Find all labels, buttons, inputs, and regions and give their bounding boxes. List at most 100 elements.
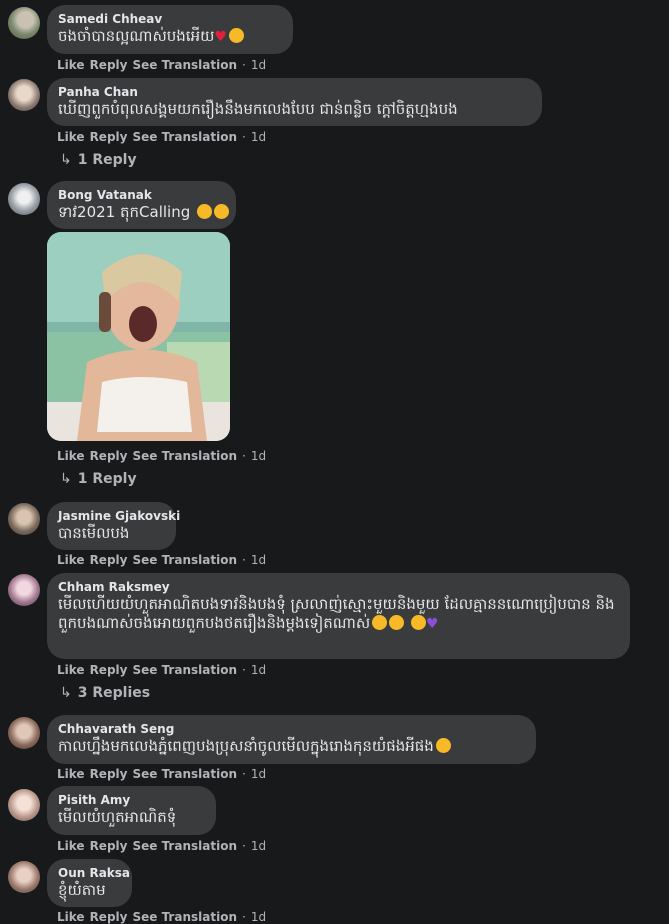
separator: ·: [241, 553, 246, 567]
smiling-face-emoji-icon: [228, 28, 244, 43]
comment-actions: Like Reply See Translation · 1d: [57, 58, 271, 72]
comment-actions: Like Reply See Translation · 1d: [57, 663, 271, 677]
comment-photo[interactable]: [47, 232, 230, 441]
comment-bubble: Bong Vatanak ទាវ2021 តុកCalling: [47, 181, 236, 229]
avatar[interactable]: [8, 183, 40, 215]
view-replies-link[interactable]: ↳ 1 Reply: [60, 471, 137, 487]
like-button[interactable]: Like: [57, 767, 85, 781]
commenter-name[interactable]: Panha Chan: [58, 85, 530, 100]
comment-text-content: ទាវ2021 តុកCalling: [58, 203, 191, 221]
avatar[interactable]: [8, 789, 40, 821]
comment-text: បានមើលបង: [58, 524, 130, 542]
reply-button[interactable]: Reply: [90, 553, 128, 567]
smiling-emoji-icon: [435, 738, 451, 753]
separator: ·: [241, 130, 246, 144]
comment-bubble: Jasmine Gjakovski បានមើលបង: [47, 502, 180, 550]
avatar[interactable]: [8, 861, 40, 893]
comment-bubble: Chham Raksmey មើលហើយយំហួតអាណិតបងទាវនិងបង…: [47, 573, 630, 659]
comment-actions: Like Reply See Translation · 1d: [57, 767, 271, 781]
see-translation-button[interactable]: See Translation: [132, 130, 237, 144]
comment-bubble: Panha Chan ឃើញពួកបំពុលសង្គមយករឿងនឹងមកលេង…: [47, 78, 542, 126]
timestamp[interactable]: 1d: [251, 663, 266, 677]
separator: ·: [241, 663, 246, 677]
timestamp[interactable]: 1d: [251, 58, 266, 72]
reply-button[interactable]: Reply: [90, 130, 128, 144]
like-button[interactable]: Like: [57, 58, 85, 72]
reply-button[interactable]: Reply: [90, 663, 128, 677]
like-button[interactable]: Like: [57, 449, 85, 463]
comment-text: កាលហ្នឹងមកលេងភ្នំពេញបងប្រុសនាំចូលមើលក្នុ…: [58, 737, 524, 756]
see-translation-button[interactable]: See Translation: [132, 663, 237, 677]
separator: ·: [241, 449, 246, 463]
like-button[interactable]: Like: [57, 663, 85, 677]
see-translation-button[interactable]: See Translation: [132, 58, 237, 72]
separator: ·: [241, 58, 246, 72]
reply-button[interactable]: Reply: [90, 910, 128, 924]
see-translation-button[interactable]: See Translation: [132, 767, 237, 781]
reply-arrow-icon: ↳: [60, 471, 72, 487]
commenter-name[interactable]: Chhavarath Seng: [58, 722, 524, 737]
laughing-emoji-icon: [214, 204, 230, 219]
like-button[interactable]: Like: [57, 130, 85, 144]
replies-count: 1 Reply: [77, 471, 137, 487]
timestamp[interactable]: 1d: [251, 130, 266, 144]
comment-actions: Like Reply See Translation · 1d: [57, 553, 271, 567]
comment-actions: Like Reply See Translation · 1d: [57, 130, 271, 144]
reply-arrow-icon: ↳: [60, 685, 72, 701]
like-button[interactable]: Like: [57, 839, 85, 853]
commenter-name[interactable]: Bong Vatanak: [58, 188, 224, 203]
see-translation-button[interactable]: See Translation: [132, 553, 237, 567]
commenter-name[interactable]: Samedi Chheav: [58, 12, 281, 27]
timestamp[interactable]: 1d: [251, 767, 266, 781]
comment-bubble: Chhavarath Seng កាលហ្នឹងមកលេងភ្នំពេញបងប្…: [47, 715, 536, 764]
reply-button[interactable]: Reply: [90, 839, 128, 853]
timestamp[interactable]: 1d: [251, 839, 266, 853]
avatar[interactable]: [8, 503, 40, 535]
replies-count: 1 Reply: [77, 152, 137, 168]
reply-button[interactable]: Reply: [90, 767, 128, 781]
comment-text: ខ្ញុំយំតាម: [58, 881, 106, 899]
see-translation-button[interactable]: See Translation: [132, 910, 237, 924]
timestamp[interactable]: 1d: [251, 449, 266, 463]
avatar[interactable]: [8, 574, 40, 606]
like-button[interactable]: Like: [57, 910, 85, 924]
comment-text: ឃើញពួកបំពុលសង្គមយករឿងនឹងមកលេងបែប ជាន់ពន្…: [58, 100, 458, 118]
avatar[interactable]: [8, 79, 40, 111]
see-translation-button[interactable]: See Translation: [132, 449, 237, 463]
avatar[interactable]: [8, 717, 40, 749]
like-button[interactable]: Like: [57, 553, 85, 567]
reply-button[interactable]: Reply: [90, 58, 128, 72]
commenter-name[interactable]: Chham Raksmey: [58, 580, 618, 595]
heart-emoji-icon: ♥: [214, 29, 227, 45]
comment-text: ទាវ2021 តុកCalling: [58, 203, 230, 222]
smiling-face-emoji-icon: [410, 615, 426, 630]
view-replies-link[interactable]: ↳ 3 Replies: [60, 685, 150, 701]
reply-button[interactable]: Reply: [90, 449, 128, 463]
commenter-name[interactable]: Pisith Amy: [58, 793, 204, 808]
comment-text-content: កាលហ្នឹងមកលេងភ្នំពេញបងប្រុសនាំចូលមើលក្នុ…: [58, 737, 434, 755]
photo-image: [47, 232, 230, 441]
comments-page: { "comments": [ {"name": "Samedi Chheav"…: [0, 0, 669, 924]
see-translation-button[interactable]: See Translation: [132, 839, 237, 853]
separator: ·: [241, 910, 246, 924]
separator: ·: [241, 767, 246, 781]
comment-actions: Like Reply See Translation · 1d: [57, 839, 271, 853]
commenter-name[interactable]: Oun Raksa: [58, 866, 130, 881]
avatar[interactable]: [8, 7, 40, 39]
comment-text-content: មើលហើយយំហួតអាណិតបងទាវនិងបងទុំ ស្រលាញ់ស្ម…: [58, 595, 615, 632]
comment-bubble: Oun Raksa ខ្ញុំយំតាម: [47, 859, 132, 907]
comment-actions: Like Reply See Translation · 1d: [57, 449, 271, 463]
comment-bubble: Samedi Chheav ចងចាំបានល្អណាស់បងអើយ♥: [47, 5, 293, 54]
comment-text: មើលហើយយំហួតអាណិតបងទាវនិងបងទុំ ស្រលាញ់ស្ម…: [58, 595, 618, 634]
timestamp[interactable]: 1d: [251, 553, 266, 567]
replies-count: 3 Replies: [77, 685, 151, 701]
comment-text: ចងចាំបានល្អណាស់បងអើយ♥: [58, 27, 281, 47]
comment-bubble: Pisith Amy មើលយំហួតអាណិតទុំ: [47, 786, 216, 835]
comment-text-content: ចងចាំបានល្អណាស់បងអើយ: [58, 27, 215, 45]
reply-arrow-icon: ↳: [60, 152, 72, 168]
view-replies-link[interactable]: ↳ 1 Reply: [60, 152, 137, 168]
comment-actions: Like Reply See Translation · 1d: [57, 910, 271, 924]
timestamp[interactable]: 1d: [251, 910, 266, 924]
commenter-name[interactable]: Jasmine Gjakovski: [58, 509, 180, 524]
laughing-emoji-icon: [197, 204, 213, 219]
